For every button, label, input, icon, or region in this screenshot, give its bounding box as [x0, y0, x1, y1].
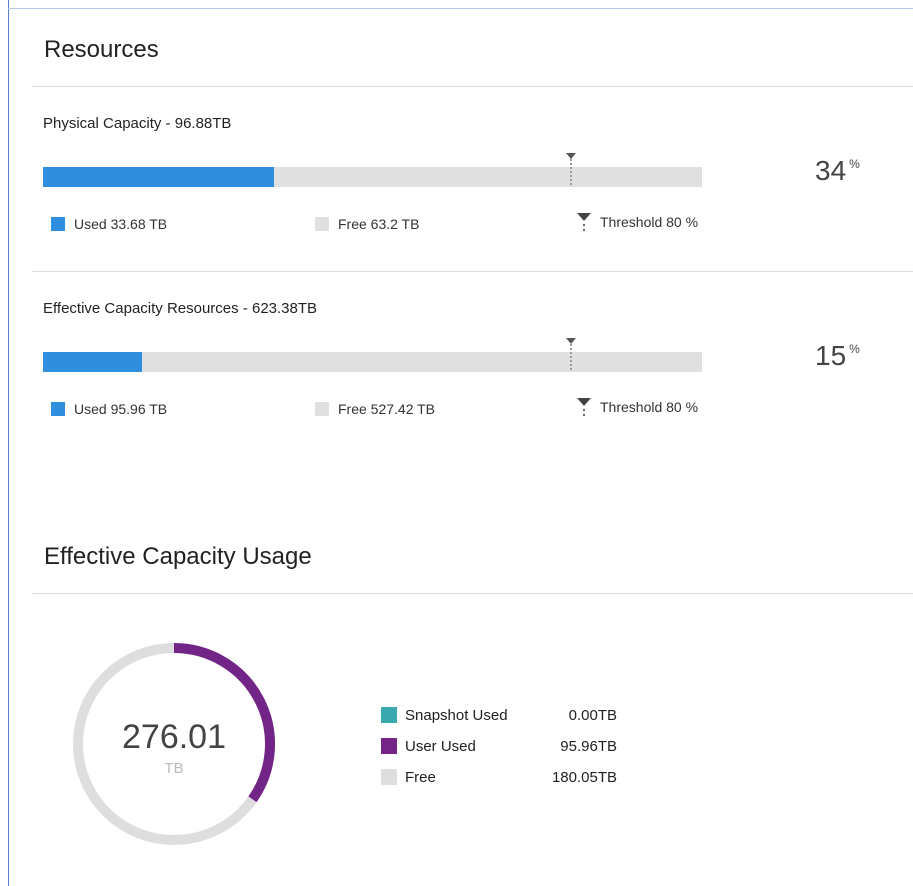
physical-capacity-used-fill: [43, 167, 274, 187]
usage-total-unit: TB: [164, 760, 184, 777]
physical-used-text: Used 33.68 TB: [74, 216, 168, 232]
physical-legend-used: Used 33.68 TB: [51, 216, 167, 232]
usage-divider: [32, 593, 913, 594]
physical-free-text: Free 63.2 TB: [338, 216, 420, 232]
user-used-swatch: [381, 738, 397, 754]
effective-used-text: Used 95.96 TB: [74, 401, 168, 417]
effective-capacity-bar: [43, 352, 702, 372]
effective-percent-unit: %: [849, 342, 860, 356]
free-usage-label: Free: [405, 768, 436, 786]
physical-capacity-label: Physical Capacity: [43, 115, 162, 132]
effective-capacity-used-fill: [43, 352, 142, 372]
effective-capacity-percent: 15%: [815, 340, 860, 372]
physical-percent-value: 34: [815, 155, 847, 186]
capacity-divider: [32, 271, 913, 272]
free-usage-value: 180.05TB: [551, 769, 617, 786]
snapshot-value: 0.00TB: [568, 707, 617, 724]
snapshot-swatch: [381, 707, 397, 723]
effective-threshold-line: [570, 344, 573, 370]
effective-legend-free: Free 527.42 TB: [315, 401, 435, 417]
resources-title: Resources: [44, 36, 159, 63]
used-swatch: [51, 402, 65, 416]
usage-legend-user-used: User Used: [381, 737, 476, 755]
user-used-value: 95.96TB: [560, 738, 617, 755]
panel-left-border: [8, 0, 9, 886]
free-swatch: [315, 217, 329, 231]
resources-divider: [32, 86, 913, 87]
effective-capacity-label: Effective Capacity Resources: [43, 300, 239, 317]
usage-donut-chart: 276.01 TB: [70, 640, 278, 848]
physical-capacity-total: - 96.88TB: [161, 115, 232, 132]
effective-free-text: Free 527.42 TB: [338, 401, 436, 417]
effective-legend-threshold: Threshold 80 %: [576, 397, 698, 417]
physical-capacity-bar: [43, 167, 702, 187]
usage-title: Effective Capacity Usage: [44, 543, 312, 570]
effective-capacity-title: Effective Capacity Resources - 623.38TB: [43, 300, 317, 317]
user-used-label: User Used: [405, 737, 476, 755]
effective-legend-used: Used 95.96 TB: [51, 401, 167, 417]
physical-percent-unit: %: [849, 157, 860, 171]
threshold-icon: [576, 397, 592, 417]
free-swatch: [315, 402, 329, 416]
effective-threshold-text: Threshold 80 %: [600, 399, 699, 415]
free-usage-swatch: [381, 769, 397, 785]
panel-top-border: [8, 8, 913, 9]
effective-capacity-total: - 623.38TB: [238, 300, 318, 317]
physical-legend-free: Free 63.2 TB: [315, 216, 419, 232]
usage-legend-snapshot: Snapshot Used: [381, 706, 508, 724]
physical-capacity-percent: 34%: [815, 155, 860, 187]
physical-threshold-line: [570, 159, 573, 185]
physical-threshold-text: Threshold 80 %: [600, 214, 699, 230]
used-swatch: [51, 217, 65, 231]
usage-total-value: 276.01: [122, 718, 226, 756]
threshold-icon: [576, 212, 592, 232]
physical-legend-threshold: Threshold 80 %: [576, 212, 698, 232]
usage-legend-free: Free: [381, 768, 436, 786]
physical-capacity-title: Physical Capacity - 96.88TB: [43, 115, 231, 132]
effective-percent-value: 15: [815, 340, 847, 371]
snapshot-label: Snapshot Used: [405, 706, 508, 724]
